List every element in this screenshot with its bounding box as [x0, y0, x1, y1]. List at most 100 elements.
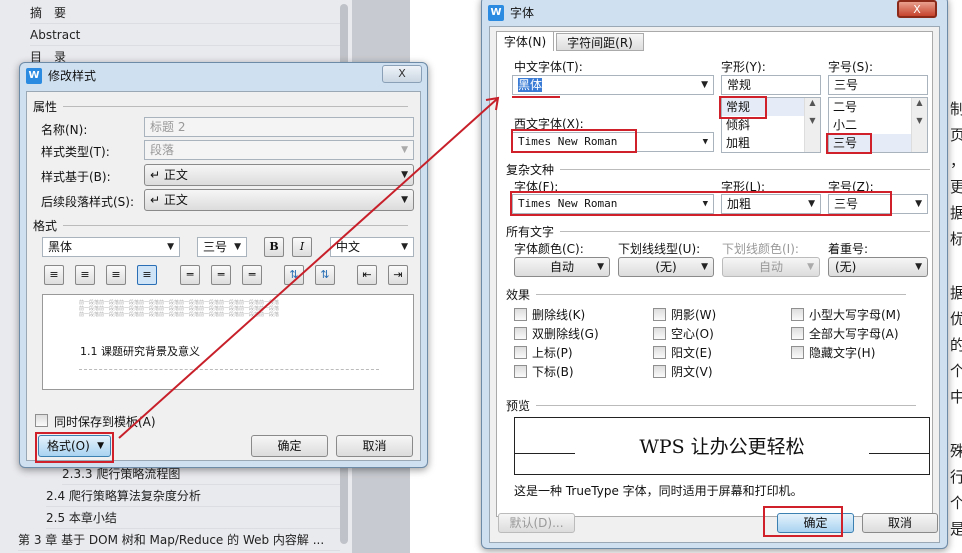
- doc-text: 制: [950, 100, 962, 118]
- next-style-label: 后续段落样式(S):: [41, 195, 135, 209]
- increase-indent-icon[interactable]: ⇥: [388, 265, 408, 285]
- section-all-text: 所有文字: [506, 225, 931, 239]
- style-input[interactable]: 常规: [721, 75, 821, 95]
- effect-label: 空心(O): [671, 327, 714, 341]
- outline-item[interactable]: 2.4 爬行策略算法复杂度分析: [46, 485, 340, 507]
- language-select[interactable]: 中文: [330, 237, 414, 257]
- wps-logo-icon: W: [488, 5, 504, 21]
- outline-item[interactable]: 2.5 本章小结: [46, 507, 340, 529]
- modify-style-dialog: W 修改样式 X 属性 名称(N): 标题 2 样式类型(T): 段落 样式基于…: [19, 62, 428, 468]
- preview-text: WPS 让办公更轻松: [639, 436, 805, 458]
- font-dialog: W 字体 X 字体(N) 字符间距(R) 中文字体(T): 黑体 字形(Y): …: [481, 0, 948, 549]
- title-bar: W 字体 X: [482, 0, 947, 26]
- dialog-title: 修改样式: [48, 69, 97, 83]
- annotation-highlight: [35, 432, 114, 463]
- cancel-button[interactable]: 取消: [336, 435, 413, 457]
- effect-checkbox[interactable]: [653, 365, 666, 378]
- outline-item[interactable]: 第 3 章 基于 DOM 树和 Map/Reduce 的 Web 内容解 ...: [18, 529, 340, 551]
- save-to-template-checkbox[interactable]: [35, 414, 48, 427]
- doc-text: 殊: [950, 442, 962, 460]
- effect-checkbox[interactable]: [791, 327, 804, 340]
- preview-next-paragraph: [79, 369, 379, 370]
- space-before-icon[interactable]: ⇅: [284, 265, 304, 285]
- bold-button[interactable]: B: [264, 237, 284, 257]
- tab-character-spacing[interactable]: 字符间距(R): [556, 33, 644, 51]
- annotation-highlight: [719, 96, 767, 119]
- italic-button[interactable]: I: [292, 237, 312, 257]
- line-spacing-single-icon[interactable]: ═: [180, 265, 200, 285]
- doc-text: 个: [950, 494, 962, 512]
- scrollbar[interactable]: ▲ ▼: [911, 98, 927, 152]
- close-button[interactable]: X: [382, 65, 422, 83]
- section-format: 格式: [33, 219, 409, 233]
- outline-item[interactable]: 摘 要: [30, 2, 340, 24]
- based-on-select[interactable]: ↵ 正文: [144, 164, 414, 186]
- effect-checkbox[interactable]: [653, 327, 666, 340]
- effect-label: 全部大写字母(A): [809, 327, 899, 341]
- decrease-indent-icon[interactable]: ⇤: [357, 265, 377, 285]
- font-color-label: 字体颜色(C):: [514, 242, 584, 256]
- annotation-highlight: [763, 506, 843, 537]
- effect-checkbox[interactable]: [514, 308, 527, 321]
- underline-style-label: 下划线线型(U):: [618, 242, 701, 256]
- align-left-icon[interactable]: ≡: [44, 265, 64, 285]
- underline-color-label: 下划线颜色(I):: [722, 242, 799, 256]
- dialog-title: 字体: [510, 6, 535, 20]
- justify-icon[interactable]: ≡: [137, 265, 157, 285]
- align-right-icon[interactable]: ≡: [106, 265, 126, 285]
- effect-checkbox[interactable]: [514, 327, 527, 340]
- doc-text: 个: [950, 362, 962, 380]
- effect-label: 阴文(V): [671, 365, 713, 379]
- doc-text: 是: [950, 520, 962, 538]
- effect-checkbox[interactable]: [791, 346, 804, 359]
- cn-font-select[interactable]: 黑体: [512, 75, 714, 95]
- underline-style-select[interactable]: (无): [618, 257, 714, 277]
- doc-text: ，: [950, 150, 962, 171]
- line-spacing-double-icon[interactable]: ═: [242, 265, 262, 285]
- underline-color-select[interactable]: 自动: [722, 257, 820, 277]
- default-button[interactable]: 默认(D)...: [498, 513, 575, 533]
- wps-logo-icon: W: [26, 68, 42, 84]
- effect-checkbox[interactable]: [514, 346, 527, 359]
- style-type-label: 样式类型(T):: [41, 145, 110, 159]
- outline-item[interactable]: Abstract: [30, 24, 340, 46]
- effect-checkbox[interactable]: [514, 365, 527, 378]
- effect-label: 下标(B): [532, 365, 574, 379]
- dialog-body: 属性 名称(N): 标题 2 样式类型(T): 段落 样式基于(B): ↵ 正文…: [26, 91, 421, 463]
- doc-text: 更: [950, 178, 962, 196]
- dialog-body: 字体(N) 字符间距(R) 中文字体(T): 黑体 字形(Y): 常规 常规 倾…: [489, 26, 940, 543]
- effect-label: 隐藏文字(H): [809, 346, 876, 360]
- doc-text: 优: [950, 310, 962, 328]
- name-input[interactable]: 标题 2: [144, 117, 414, 137]
- section-effects: 效果: [506, 288, 907, 302]
- cn-font-value: 黑体: [518, 78, 543, 92]
- annotation-underline: [512, 96, 560, 98]
- align-center-icon[interactable]: ≡: [75, 265, 95, 285]
- effect-checkbox[interactable]: [653, 346, 666, 359]
- size-select[interactable]: 三号: [197, 237, 247, 257]
- doc-text: 页: [950, 126, 962, 144]
- emphasis-mark-select[interactable]: (无): [828, 257, 928, 277]
- ok-button[interactable]: 确定: [251, 435, 328, 457]
- doc-text: 据: [950, 204, 962, 222]
- close-button[interactable]: X: [897, 0, 937, 18]
- tab-font[interactable]: 字体(N): [496, 31, 554, 51]
- size-input[interactable]: 三号: [828, 75, 928, 95]
- font-color-select[interactable]: 自动: [514, 257, 610, 277]
- effect-label: 上标(P): [532, 346, 573, 360]
- effect-checkbox[interactable]: [653, 308, 666, 321]
- style-type-select[interactable]: 段落: [144, 140, 414, 160]
- name-label: 名称(N):: [41, 123, 88, 137]
- scrollbar[interactable]: ▲ ▼: [804, 98, 820, 152]
- font-select[interactable]: 黑体: [42, 237, 180, 257]
- line-spacing-onehalf-icon[interactable]: ═: [211, 265, 231, 285]
- section-preview: 预览: [506, 399, 917, 413]
- font-preview: WPS 让办公更轻松: [514, 417, 930, 475]
- preview-heading: 1.1 课题研究背景及意义: [80, 345, 200, 358]
- doc-text: 的: [950, 336, 962, 354]
- next-style-select[interactable]: ↵ 正文: [144, 189, 414, 211]
- style-preview: 前一段落前一段落前一段落前一段落前一段落前一段落前一段落前一段落前一段落前一段落…: [42, 294, 414, 390]
- cancel-button[interactable]: 取消: [862, 513, 938, 533]
- effect-checkbox[interactable]: [791, 308, 804, 321]
- space-after-icon[interactable]: ⇅: [315, 265, 335, 285]
